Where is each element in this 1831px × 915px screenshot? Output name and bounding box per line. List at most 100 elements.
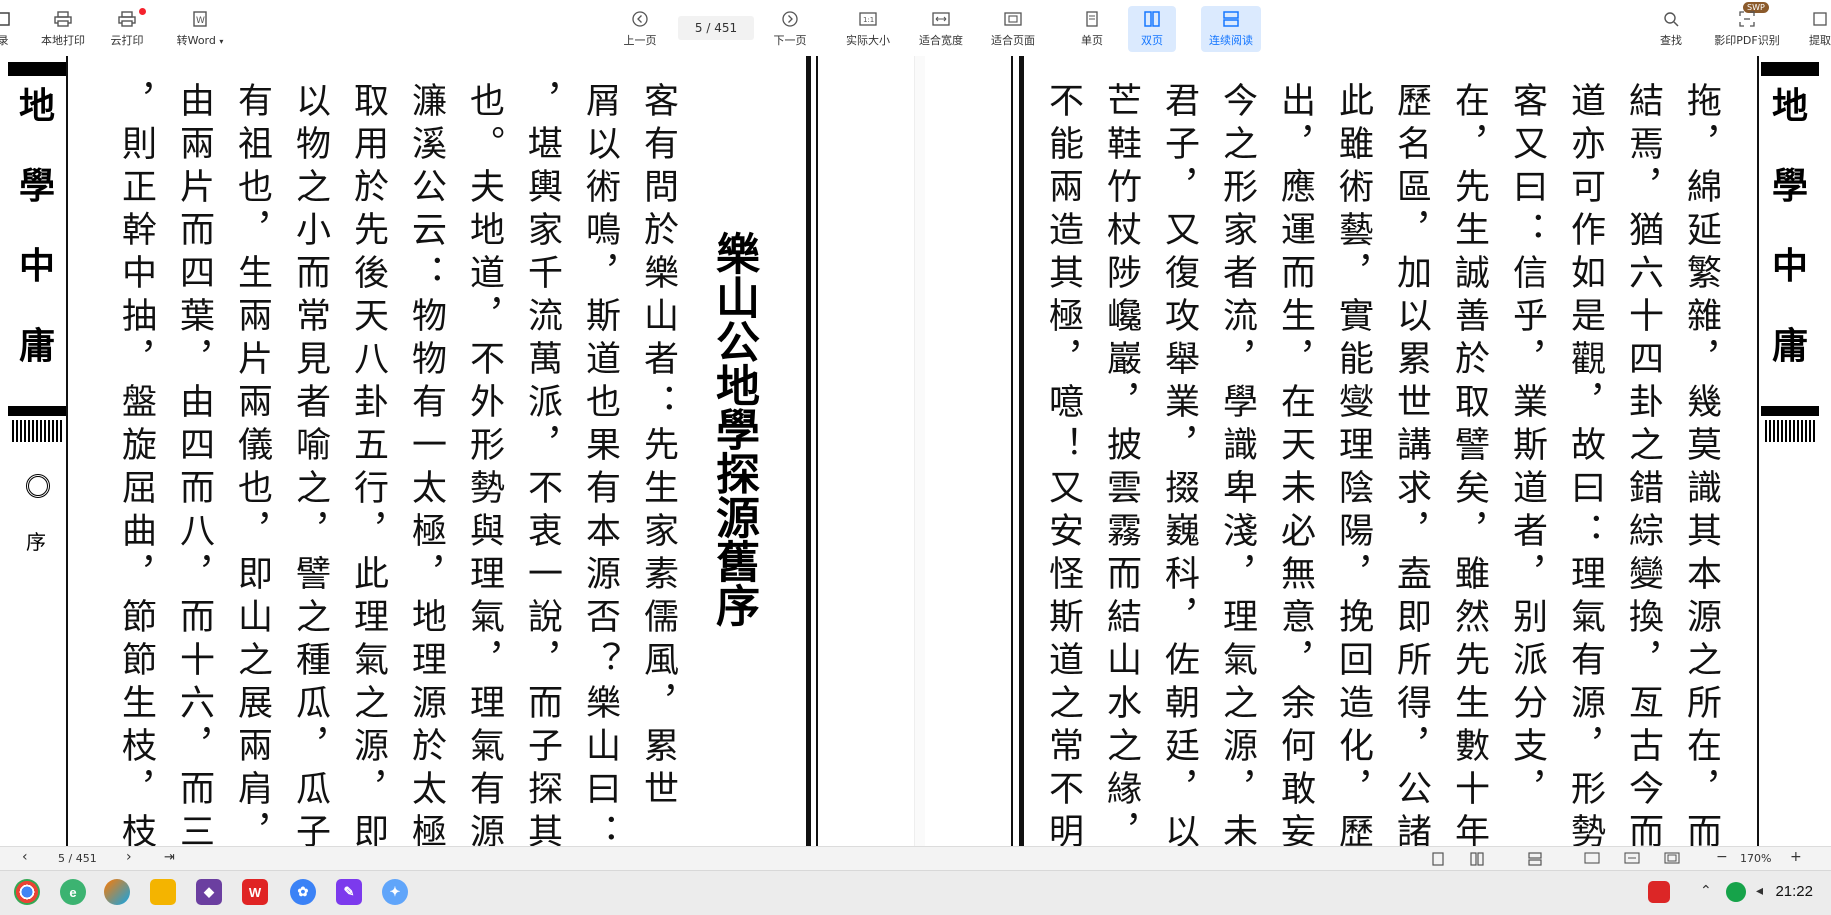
single-page-icon [1083,10,1101,28]
svg-text:W: W [196,16,205,26]
next-page-icon[interactable]: › [126,849,132,865]
text-column: 芒鞋竹杖陟巉巖，披雲霧而結山水之緣， [1101,82,1141,846]
text-column: 客又曰：信乎，業斯道者，别派分支， [1507,82,1547,813]
text-column: 結焉，猶六十四卦之錯綜變換，亙古今而 [1623,82,1663,846]
zoom-in-button[interactable]: + [1790,849,1802,865]
top-toolbar: 录 本地打印 云打印 W 转Word ▾ 上一页 5 / 451 下一页 1:1 [0,0,1831,57]
fit-width-icon [932,10,950,28]
wps-icon[interactable]: W [242,879,268,905]
single-page-icon[interactable] [1432,852,1444,869]
text-column: 不能兩造其極，噫！又安怪斯道之常不明 [1043,82,1083,846]
fit-width-label: 适合宽度 [919,34,963,47]
text-column: 道亦可作如是觀，故曰：理氣有源，形勢 [1565,82,1605,846]
ocr-button[interactable]: 影印PDF识别 [1708,6,1786,52]
catalog-button[interactable]: 录 [0,6,14,52]
double-page-label: 双页 [1141,34,1163,47]
fit-page-button[interactable]: 适合页面 [987,6,1039,52]
edge-icon[interactable]: e [60,879,86,905]
search-label: 查找 [1660,34,1682,47]
browser-icon[interactable] [104,879,130,905]
network-icon[interactable]: ✦ [382,879,408,905]
fit-page-icon [1004,10,1022,28]
fit-width-icon[interactable] [1624,852,1640,867]
continuous-read-icon[interactable] [1528,852,1542,869]
extract-label: 提取 [1809,34,1831,47]
chrome-icon[interactable] [14,879,40,905]
double-circle-mark [26,474,50,498]
page-rule [806,56,811,846]
band-char: 地 [18,85,55,127]
taskbar-clock[interactable]: 21:22 [1775,883,1813,900]
continuous-read-button[interactable]: 连续阅读 [1201,6,1261,52]
text-column: 客有問於樂山者：先生家素儒風，累世 [638,82,678,813]
band-char: 庸 [1771,325,1808,367]
status-page-display[interactable]: 5 / 451 [58,852,97,865]
next-page-button[interactable]: 下一页 [770,6,810,52]
actual-size-label: 实际大小 [846,34,890,47]
obsidian-icon[interactable]: ◆ [196,879,222,905]
chevron-right-circle-icon [781,10,799,28]
tray-status-icon[interactable] [1726,882,1746,902]
extract-button[interactable]: 提取 [1800,6,1831,52]
cloud-icon[interactable]: ✿ [290,879,316,905]
text-column: 今之形家者流，學識卑淺，理氣之源，未 [1217,82,1257,846]
cloud-print-label: 云打印 [110,34,144,47]
chevron-up-icon[interactable]: ⌃ [1700,883,1712,899]
band-bottom-bar [8,406,66,416]
text-column: 有祖也，生兩片兩儀也，即山之展兩肩， [232,82,272,846]
text-column: 由兩片而四葉，由四而八，而十六，而三 [174,82,214,846]
word-icon: W [191,10,209,28]
right-page: 拖，綿延繁雜，幾莫識其本源之所在，而 結焉，猶六十四卦之錯綜變換，亙古今而 道亦可作… [925,56,1831,846]
single-page-button[interactable]: 单页 [1078,6,1106,52]
left-page-edge-band: 地 學 中 庸 序 [8,56,66,846]
band-char: 中 [18,245,55,287]
text-column: 取用於先後天八卦五行，此理氣之源，即 [348,82,388,846]
zoom-level[interactable]: 170% [1740,852,1771,865]
chevron-left-circle-icon [631,10,649,28]
last-page-icon[interactable]: ⇥ [164,850,175,865]
ocr-label: 影印PDF识别 [1714,34,1780,47]
actual-size-icon: 1:1 [859,10,877,28]
band-char: 中 [1771,245,1808,287]
convert-word-button[interactable]: W 转Word ▾ [168,6,232,52]
extract-icon [1811,10,1829,28]
folder-icon[interactable] [150,879,176,905]
band-top-bar [8,62,66,76]
actual-size-button[interactable]: 1:1 实际大小 [842,6,894,52]
text-column: 也。夫地道，不外形勢與理氣，理氣有源 [464,82,504,846]
actual-size-icon[interactable] [1584,852,1600,867]
double-page-button[interactable]: 双页 [1128,6,1176,52]
text-column: 拖，綿延繁雜，幾莫識其本源之所在，而 [1681,82,1721,846]
prev-page-button[interactable]: 上一页 [620,6,660,52]
local-print-label: 本地打印 [41,34,85,47]
zoom-out-button[interactable]: − [1716,849,1728,865]
catalog-label: 录 [0,34,9,47]
band-top-bar [1761,62,1819,76]
prev-page-icon[interactable]: ‹ [22,849,28,865]
volume-icon[interactable]: ◂ [1756,883,1763,899]
text-column: 歷名區，加以累世講求，盍即所得，公諸 [1391,82,1431,846]
page-rule [66,56,68,846]
notes-icon[interactable]: ✎ [336,879,362,905]
catalog-icon [0,10,12,28]
text-column: ，堪輿家千流萬派，不衷一說，而子探其 [522,82,562,846]
preface-title: 樂山公地學探源舊序 [708,231,759,627]
double-page-icon[interactable] [1470,852,1484,869]
section-label: 序 [26,530,46,554]
search-button[interactable]: 查找 [1656,6,1686,52]
local-print-button[interactable]: 本地打印 [36,6,90,52]
tray-app-icon[interactable] [1648,881,1670,903]
ocr-icon [1738,10,1756,28]
prev-page-label: 上一页 [623,34,657,47]
fit-page-icon[interactable] [1664,852,1680,867]
band-bottom-bar [1761,406,1819,416]
page-rule [816,56,818,846]
fit-width-button[interactable]: 适合宽度 [915,6,967,52]
text-column: 屑以術鳴，斯道也果有本源否？樂山曰： [580,82,620,846]
single-page-label: 单页 [1081,34,1103,47]
text-column: 出，應運而生，在天未必無意，余何敢妄 [1275,82,1315,846]
page-number-input[interactable]: 5 / 451 [678,16,754,40]
printer-icon [54,10,72,28]
notification-dot [139,8,146,15]
search-icon [1662,10,1680,28]
